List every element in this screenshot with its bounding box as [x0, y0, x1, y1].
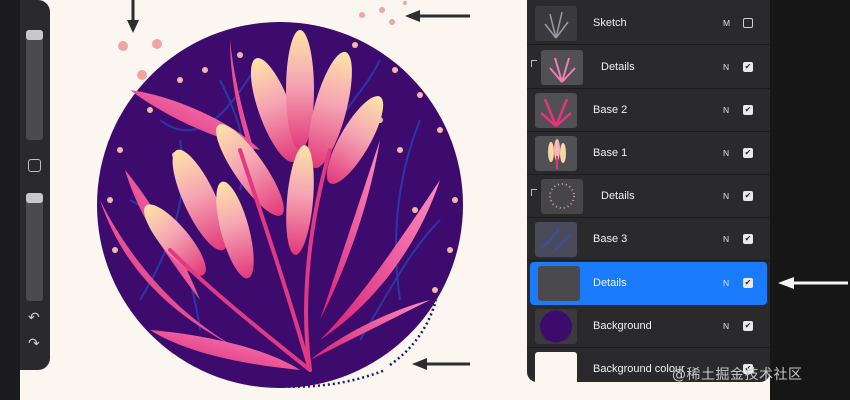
layer-thumbnail [541, 50, 583, 85]
layer-row-base-3[interactable]: Base 3 N ✔ [527, 218, 770, 261]
modify-button[interactable] [28, 159, 41, 172]
right-background [770, 0, 850, 400]
visibility-checkbox[interactable]: ✔ [743, 321, 753, 331]
layer-row-background[interactable]: Background N ✔ [527, 305, 770, 348]
layer-name: Base 1 [593, 147, 628, 159]
annotation-arrows [127, 0, 470, 370]
blend-mode-button[interactable]: N [723, 105, 729, 115]
layer-thumbnail [535, 309, 577, 344]
opacity-thumb[interactable] [26, 193, 43, 203]
visibility-checkbox[interactable]: ✔ [743, 105, 753, 115]
selected-layer-arrow [778, 277, 848, 289]
layer-thumbnail [538, 266, 580, 301]
visibility-checkbox[interactable] [743, 18, 753, 28]
blend-mode-button[interactable]: N [723, 234, 729, 244]
blend-mode-button[interactable]: N [723, 62, 729, 72]
layer-name: Background [593, 320, 652, 332]
layer-row-base-2[interactable]: Base 2 N ✔ [527, 89, 770, 132]
layer-thumbnail [535, 352, 577, 382]
clipping-mask-icon [531, 189, 537, 196]
redo-icon[interactable]: ↷ [28, 336, 40, 350]
tool-sidebar: ↶ ↷ [20, 0, 50, 370]
visibility-checkbox[interactable]: ✔ [743, 234, 753, 244]
layer-row-sketch[interactable]: Sketch M [527, 2, 770, 45]
layer-name: Details [601, 190, 635, 202]
undo-icon[interactable]: ↶ [28, 310, 40, 324]
watermark-text: @稀土掘金技术社区 [672, 367, 803, 383]
visibility-checkbox[interactable]: ✔ [743, 62, 753, 72]
layer-thumbnail [541, 179, 583, 214]
layer-name: Details [593, 277, 627, 289]
window-edge [0, 0, 20, 400]
blend-mode-button[interactable]: N [723, 191, 729, 201]
blend-mode-button[interactable]: N [723, 148, 729, 158]
layer-name: Base 3 [593, 233, 628, 245]
layer-name: Base 2 [593, 104, 628, 116]
visibility-checkbox[interactable]: ✔ [743, 148, 753, 158]
brush-size-slider[interactable] [26, 30, 43, 140]
layer-name: Details [601, 61, 635, 73]
blend-mode-button[interactable]: N [723, 321, 729, 331]
layer-row-details[interactable]: Details N ✔ [527, 46, 770, 89]
opacity-slider[interactable] [26, 193, 43, 301]
layer-row-details-selected[interactable]: Details N ✔ [530, 262, 767, 305]
layer-thumbnail [535, 93, 577, 128]
visibility-checkbox[interactable]: ✔ [743, 191, 753, 201]
layer-thumbnail [535, 6, 577, 41]
layer-thumbnail [535, 222, 577, 257]
blend-mode-button[interactable]: N [723, 278, 729, 288]
canvas-area[interactable]: ↶ ↷ [0, 0, 530, 400]
layer-thumbnail [535, 136, 577, 171]
layer-row-details[interactable]: Details N ✔ [527, 175, 770, 218]
layer-name: Sketch [593, 17, 627, 29]
layer-row-base-1[interactable]: Base 1 N ✔ [527, 132, 770, 175]
brush-size-thumb[interactable] [26, 30, 43, 40]
layers-panel: Sketch M Details N ✔ Base 2 N ✔ Base 1 N… [527, 0, 770, 382]
visibility-checkbox[interactable]: ✔ [743, 278, 753, 288]
layer-name: Background colour [593, 363, 685, 375]
blend-mode-button[interactable]: M [723, 18, 730, 28]
clipping-mask-icon [531, 60, 537, 67]
